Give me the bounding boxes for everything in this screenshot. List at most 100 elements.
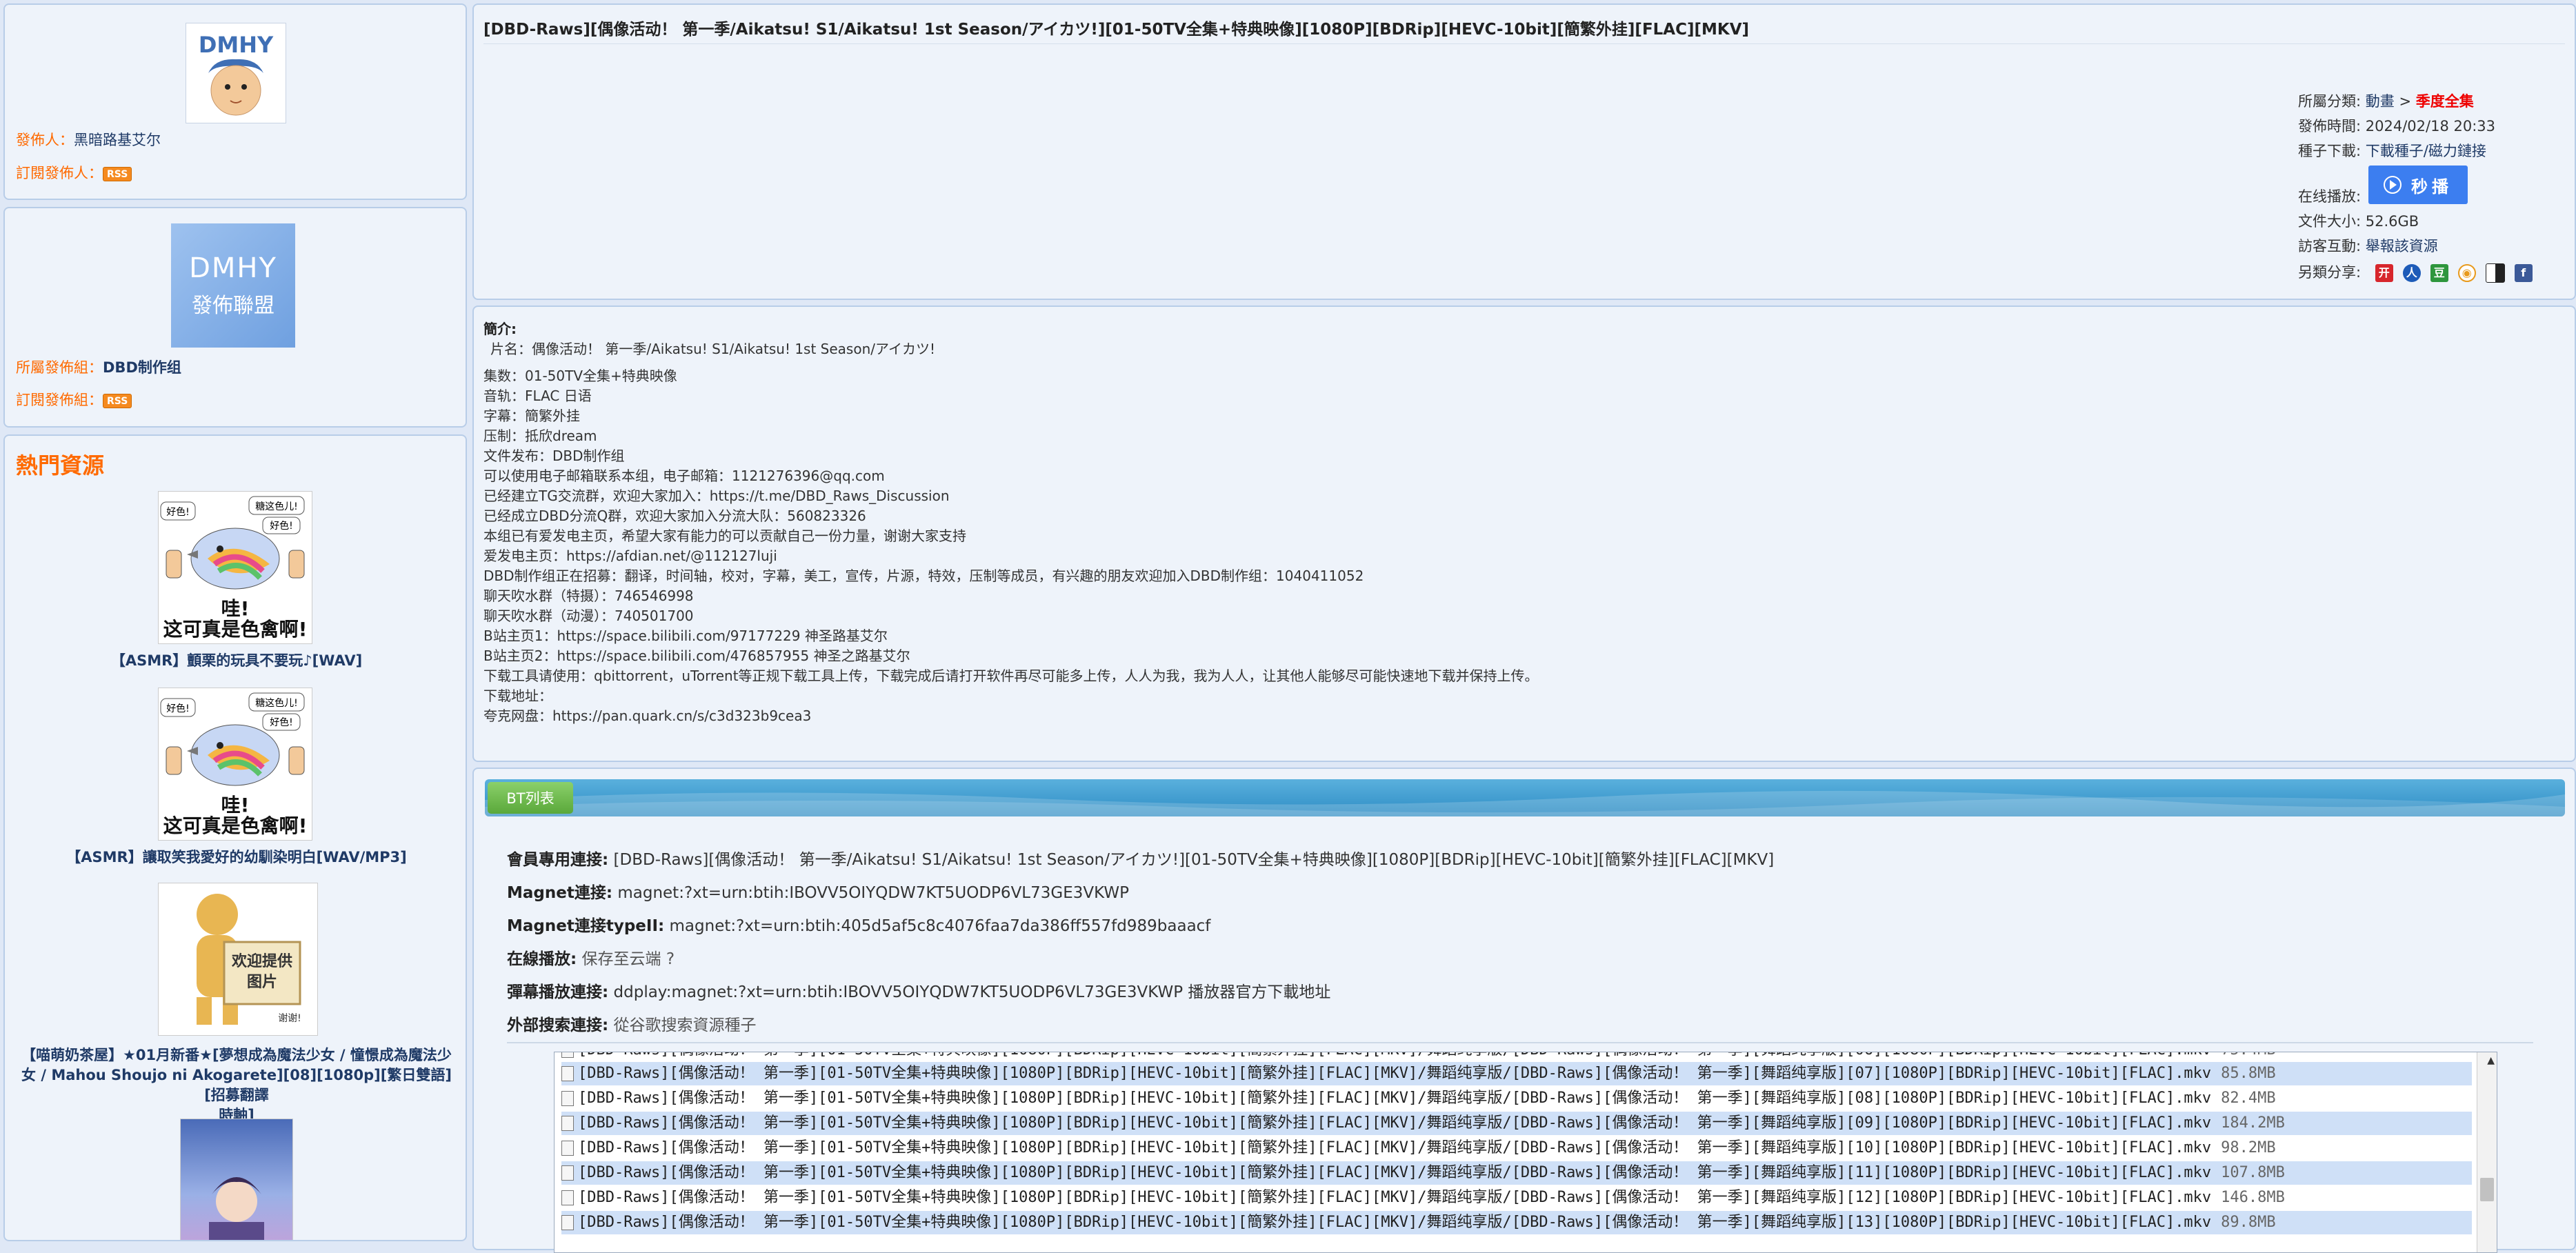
renren-icon[interactable]: 人: [2402, 264, 2421, 282]
hot-item-thumb[interactable]: 欢迎提供 图片 谢谢!: [158, 883, 318, 1036]
douban-icon[interactable]: 豆: [2430, 264, 2448, 282]
size-label: 文件大小:: [2298, 213, 2362, 230]
scroll-up-arrow-icon[interactable]: ▲: [2487, 1055, 2495, 1066]
team-logo[interactable]: DMHY 發佈聯盟: [171, 223, 295, 348]
file-list-scrollbar[interactable]: ▲: [2477, 1052, 2497, 1252]
svg-text:好色!: 好色!: [270, 520, 293, 532]
file-row[interactable]: [DBD-Raws][偶像活动！ 第一季][01-50TV全集+特典映像][10…: [561, 1136, 2472, 1160]
category-separator: >: [2399, 93, 2412, 110]
google-search-link[interactable]: 從谷歌搜索資源種子: [614, 1016, 757, 1034]
header-panel: [DBD-Raws][偶像活动！ 第一季/Aikatsu! S1/Aikatsu…: [472, 3, 2576, 300]
rss-team-button[interactable]: RSS: [103, 393, 132, 408]
subscribe-poster-label: 訂閱發佈人：: [16, 165, 103, 181]
member-link[interactable]: [DBD-Raws][偶像活动！ 第一季/Aikatsu! S1/Aikatsu…: [614, 851, 1775, 869]
hot-item-link[interactable]: 【ASMR】讓取笑我愛好的幼馴染明白[WAV/MP3]: [14, 848, 459, 868]
file-name: [DBD-Raws][偶像活动！ 第一季][01-50TV全集+特典映像][10…: [578, 1214, 2212, 1231]
file-icon: [561, 1116, 574, 1131]
svg-text:糖这色儿!: 糖这色儿!: [255, 501, 298, 512]
kaixin-icon[interactable]: 开: [2375, 264, 2393, 282]
size-row: 文件大小: 52.6GB: [2298, 210, 2419, 231]
file-row[interactable]: [DBD-Raws][偶像活动！ 第一季][01-50TV全集+特典映像][10…: [561, 1161, 2472, 1185]
date-label: 發佈時間:: [2298, 118, 2362, 134]
download-row: 種子下載: 下載種子/磁力鏈接: [2298, 140, 2486, 161]
file-size: 98.2MB: [2221, 1139, 2276, 1156]
team-panel: DMHY 發佈聯盟 所屬發佈組：DBD制作组 訂閱發佈組： RSS: [3, 207, 467, 428]
file-size: 89.8MB: [2221, 1214, 2276, 1231]
hot-item-link[interactable]: 【ASMR】顫栗的玩具不要玩♪[WAV]: [14, 651, 459, 671]
file-row[interactable]: [DBD-Raws][偶像活动！ 第一季][01-50TV全集+特典映像][10…: [561, 1112, 2472, 1135]
file-row[interactable]: [DBD-Raws][偶像活动！ 第一季][01-50TV全集+特典映像][10…: [561, 1211, 2472, 1234]
team-name-link[interactable]: DBD制作组: [103, 359, 181, 376]
danmaku-link[interactable]: ddplay:magnet:?xt=urn:btih:IBOVV5OIYQDW7…: [614, 983, 1331, 1001]
weibo-icon[interactable]: ◉: [2457, 264, 2476, 282]
magnet2-row: Magnet連接typeII: magnet:?xt=urn:btih:405d…: [507, 912, 1210, 936]
date-value: 2024/02/18 20:33: [2365, 118, 2495, 134]
danmaku-label: 彈幕播放連接:: [507, 983, 609, 1001]
dmhy-mascot-icon: DMHY: [199, 32, 274, 116]
placeholder-mascot-icon: 欢迎提供 图片 谢谢!: [197, 894, 301, 1025]
file-list[interactable]: [DBD-Raws][偶像活动！ 第一季][01-50TV全集+特典映像][10…: [554, 1052, 2497, 1253]
member-link-row: 會員專用連接: [DBD-Raws][偶像活动！ 第一季/Aikatsu! S1…: [507, 846, 1774, 870]
poster-label: 發佈人：: [16, 132, 74, 148]
uploader-panel: DMHY 發佈人：黑暗路基艾尔 訂閱發佈人： RSS: [3, 3, 467, 200]
divider: [507, 1042, 2533, 1043]
desc-line: 下载地址：: [483, 688, 552, 704]
download-label: 種子下載:: [2298, 143, 2362, 159]
svg-text:图片: 图片: [247, 974, 277, 991]
desc-line: 夸克网盘：https://pan.quark.cn/s/c3d323b9cea3: [483, 708, 812, 724]
file-icon: [561, 1091, 574, 1106]
facebook-icon[interactable]: f: [2514, 264, 2533, 282]
rss-poster-button[interactable]: RSS: [103, 166, 132, 181]
hot-item-thumb[interactable]: 好色! 糖这色儿! 好色! 哇! 这可真是色禽啊!: [158, 688, 312, 841]
thumb-caption-line1: 哇!: [221, 794, 250, 816]
file-name: [DBD-Raws][偶像活动！ 第一季][01-50TV全集+特典映像][10…: [578, 1189, 2212, 1206]
desc-line: 聊天吹水群（特摄）：746546998: [483, 588, 694, 604]
member-link-label: 會員專用連接:: [507, 851, 609, 869]
file-row[interactable]: [DBD-Raws][偶像活动！ 第一季][01-50TV全集+特典映像][10…: [561, 1062, 2472, 1085]
subscribe-team-row: 訂閱發佈組： RSS: [16, 389, 132, 410]
description-body: 簡介: 片名：偶像活动！ 第一季/Aikatsu! S1/Aikatsu! 1s…: [483, 319, 1539, 726]
file-name: [DBD-Raws][偶像活动！ 第一季][01-50TV全集+特典映像][10…: [578, 1164, 2212, 1181]
divider: [483, 43, 2565, 44]
hot-item-thumb[interactable]: [180, 1119, 293, 1240]
wave-decoration-icon: [485, 790, 2565, 816]
category-row: 所屬分類: 動畫 > 季度全集: [2298, 90, 2474, 111]
file-size: 82.4MB: [2221, 1090, 2276, 1107]
report-link[interactable]: 舉報該資源: [2366, 238, 2438, 254]
team-row: 所屬發佈組：DBD制作组: [16, 357, 181, 377]
magnet2-link[interactable]: magnet:?xt=urn:btih:405d5af5c8c4076faa7d…: [670, 917, 1211, 935]
file-row[interactable]: [DBD-Raws][偶像活动！ 第一季][01-50TV全集+特典映像][10…: [561, 1186, 2472, 1210]
magnet-link[interactable]: magnet:?xt=urn:btih:IBOVV5OIYQDW7KT5UODP…: [617, 884, 1129, 902]
hot-item-link[interactable]: 【喵萌奶茶屋】★01月新番★[夢想成為魔法少女 / 憧憬成為魔法少 女 / Ma…: [14, 1045, 459, 1125]
uploader-avatar[interactable]: DMHY: [186, 23, 286, 123]
team-logo-line2: 發佈聯盟: [192, 294, 274, 318]
scrollbar-thumb[interactable]: [2480, 1178, 2494, 1201]
anime-cover-icon: [209, 1177, 264, 1240]
thumb-caption-line2: 这可真是色禽啊!: [163, 618, 308, 641]
category-main-link[interactable]: 動畫: [2366, 93, 2395, 110]
tab-bt-list[interactable]: BT列表: [488, 782, 573, 814]
desc-line: 本组已有爱发电主页，希望大家有能力的可以贡献自己一份力量，谢谢大家支持: [483, 528, 966, 544]
hot-item-thumb[interactable]: 好色! 糖这色儿! 好色! 哇! 这可真是色禽啊!: [158, 491, 312, 644]
save-to-cloud-link[interactable]: 保存至云端 ?: [582, 950, 675, 968]
file-row[interactable]: [DBD-Raws][偶像活动！ 第一季][01-50TV全集+特典映像][10…: [561, 1087, 2472, 1110]
desc-line: 音轨：FLAC 日语: [483, 388, 592, 404]
online-play-label: 在線播放:: [507, 950, 577, 968]
magnet2-label: Magnet連接typeII:: [507, 917, 665, 935]
file-size: 184.2MB: [2221, 1114, 2285, 1132]
online-row: 在线播放:: [2298, 186, 2361, 206]
file-row[interactable]: [DBD-Raws][偶像活动！ 第一季][01-50TV全集+特典映像][10…: [561, 1052, 2472, 1062]
svg-text:欢迎提供: 欢迎提供: [231, 952, 292, 970]
delicious-icon[interactable]: [2485, 263, 2505, 283]
bird-icon: 好色! 糖这色儿! 好色!: [160, 692, 305, 786]
team-logo-line1: DMHY: [189, 252, 277, 284]
magnet-label: Magnet連接:: [507, 884, 613, 902]
desc-line: 下载工具请使用：qbittorrent，uTorrent等正规下载工具上传，下载…: [483, 668, 1539, 684]
play-button[interactable]: 秒播: [2368, 166, 2468, 204]
desc-line: 爱发电主页：https://afdian.net/@112127luji: [483, 548, 777, 564]
svg-text:好色!: 好色!: [166, 506, 190, 518]
download-torrent-link[interactable]: 下載種子/磁力鏈接: [2366, 143, 2486, 159]
poster-name-link[interactable]: 黑暗路基艾尔: [74, 132, 161, 148]
category-sub-link[interactable]: 季度全集: [2416, 93, 2474, 110]
file-icon: [561, 1066, 574, 1081]
